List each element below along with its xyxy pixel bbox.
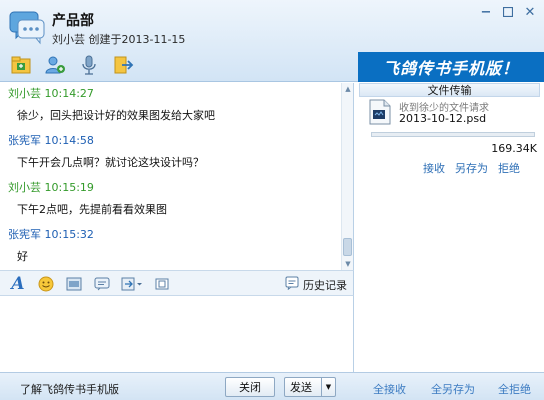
history-label: 历史记录 xyxy=(303,278,347,292)
scroll-down-icon[interactable]: ▼ xyxy=(342,258,353,270)
window-header: 产品部 刘小芸 创建于2013-11-15 − ✕ 飞鸽传书手机版！ xyxy=(0,0,544,82)
maximize-icon[interactable] xyxy=(500,4,516,20)
file-transfer-panel: 文件传输 收到徐少的文件请求 2013-10-12.psd 169.34K 接收… xyxy=(355,83,544,372)
chat-history: 刘小芸 10:14:27 徐少，回头把设计好的效果图发给大家吧 张宪军 10:1… xyxy=(0,83,354,270)
reject-all-link[interactable]: 全拒绝 xyxy=(498,381,531,397)
message-input[interactable] xyxy=(0,296,354,372)
screenshot-icon[interactable] xyxy=(64,274,84,294)
exit-icon[interactable] xyxy=(110,52,136,78)
font-icon[interactable]: A xyxy=(8,274,28,294)
file-share-icon[interactable] xyxy=(8,52,34,78)
close-button[interactable]: 关闭 xyxy=(225,377,275,397)
add-member-icon[interactable] xyxy=(42,52,68,78)
header-toolbar xyxy=(8,52,136,78)
message-meta: 刘小芸 10:15:19 xyxy=(8,181,94,194)
message-meta: 刘小芸 10:14:27 xyxy=(8,87,94,100)
window-controls: − ✕ xyxy=(478,4,538,20)
scroll-up-icon[interactable]: ▲ xyxy=(342,83,353,95)
emoji-icon[interactable] xyxy=(36,274,56,294)
chat-scrollbar[interactable]: ▲ ▼ xyxy=(341,83,353,270)
history-button[interactable]: 历史记录 xyxy=(285,276,347,293)
message-text: 徐少，回头把设计好的效果图发给大家吧 xyxy=(17,109,215,122)
close-icon[interactable]: ✕ xyxy=(522,4,538,20)
microphone-icon[interactable] xyxy=(76,52,102,78)
message-text: 好 xyxy=(17,250,28,263)
message-meta: 张宪军 10:15:32 xyxy=(8,228,94,241)
file-progress-bar xyxy=(371,132,535,137)
group-chat-icon xyxy=(8,8,46,46)
bottom-bar: 了解飞鸽传书手机版 关闭 发送 ▼ 全接收 全另存为 全拒绝 xyxy=(0,372,544,400)
mobile-promo-banner[interactable]: 飞鸽传书手机版！ xyxy=(358,52,544,82)
chat-message: 刘小芸 10:15:19 下午2点吧，先提前看看效果图 xyxy=(0,177,353,224)
shake-icon[interactable] xyxy=(92,274,112,294)
file-name: 2013-10-12.psd xyxy=(399,112,487,125)
chat-message: 张宪军 10:15:32 好 xyxy=(0,224,353,270)
minimize-icon[interactable]: − xyxy=(478,4,494,20)
window-title: 产品部 xyxy=(52,13,94,29)
message-text: 下午开会几点啊？就讨论这块设计吗？ xyxy=(17,156,204,169)
file-transfer-item: 收到徐少的文件请求 2013-10-12.psd 169.34K 接收 另存为 … xyxy=(369,99,539,209)
accept-all-link[interactable]: 全接收 xyxy=(373,381,406,397)
file-actions: 接收 另存为 拒绝 xyxy=(423,160,520,176)
chat-message: 刘小芸 10:14:27 徐少，回头把设计好的效果图发给大家吧 xyxy=(0,83,353,130)
save-as-link[interactable]: 另存为 xyxy=(455,160,488,176)
file-transfer-header: 文件传输 xyxy=(359,83,540,97)
window-subtitle: 刘小芸 创建于2013-11-15 xyxy=(52,33,186,46)
send-options-dropdown-icon[interactable]: ▼ xyxy=(321,378,335,396)
input-toolbar: A 历史记录 xyxy=(0,270,354,296)
send-button-label: 发送 xyxy=(290,381,312,394)
window-mode-icon[interactable] xyxy=(152,274,172,294)
send-file-icon[interactable] xyxy=(120,274,144,294)
send-button[interactable]: 发送 ▼ xyxy=(284,377,336,397)
scrollbar-thumb[interactable] xyxy=(343,238,352,256)
psd-file-icon xyxy=(369,99,391,125)
save-all-link[interactable]: 全另存为 xyxy=(431,381,475,397)
learn-mobile-link[interactable]: 了解飞鸽传书手机版 xyxy=(20,381,119,397)
accept-link[interactable]: 接收 xyxy=(423,160,445,176)
file-size: 169.34K xyxy=(491,142,537,155)
message-meta: 张宪军 10:14:58 xyxy=(8,134,94,147)
close-button-label: 关闭 xyxy=(239,381,261,394)
reject-link[interactable]: 拒绝 xyxy=(498,160,520,176)
message-text: 下午2点吧，先提前看看效果图 xyxy=(17,203,167,216)
chat-message: 张宪军 10:14:58 下午开会几点啊？就讨论这块设计吗？ xyxy=(0,130,353,177)
history-icon xyxy=(285,276,299,293)
